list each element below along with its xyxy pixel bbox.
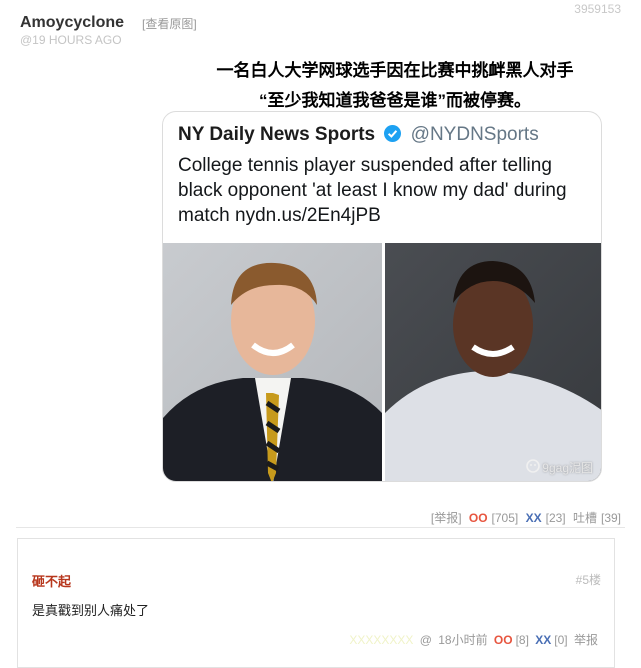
comment-at: @: [419, 633, 432, 647]
post-caption: 一名白人大学网球选手因在比赛中挑衅黑人对手 “至少我知道我爸爸是谁”而被停赛。: [190, 56, 600, 116]
comment-text: 是真戳到别人痛处了: [32, 603, 150, 618]
caption-line-1: 一名白人大学网球选手因在比赛中挑衅黑人对手: [216, 61, 574, 80]
watermark-text: 9gag泥图: [542, 461, 593, 475]
tweet-account-name: NY Daily News Sports: [178, 124, 376, 145]
comment-xx-count: [0]: [554, 633, 568, 647]
comment-oo-count: [8]: [515, 633, 529, 647]
report-button[interactable]: [举报]: [431, 511, 462, 525]
player-photo-left: [163, 243, 382, 481]
post-id: 3959153: [574, 2, 621, 16]
post-actions: [举报] OO [705] XX [23] 吐槽 [39]: [427, 509, 621, 526]
comment-meta: XXXXXXXX @ 18小时前 OO [8] XX [0] 举报: [346, 631, 598, 648]
player-photo-right: 9gag泥图: [385, 243, 601, 481]
comment-author[interactable]: 砸不起: [32, 571, 71, 590]
tweet-header: NY Daily News Sports @NYDNSports: [178, 124, 539, 146]
comment-floor[interactable]: #5楼: [576, 571, 601, 588]
tucao-button[interactable]: 吐槽: [573, 511, 597, 525]
tweet-text: College tennis player suspended after te…: [178, 155, 567, 226]
comment-xx-button[interactable]: XX: [535, 633, 551, 647]
post-author[interactable]: Amoycyclone: [20, 14, 124, 32]
tucao-count: [39]: [600, 511, 621, 525]
xx-count: [23]: [545, 511, 566, 525]
image-watermark: 9gag泥图: [526, 459, 593, 476]
comment-oo-button[interactable]: OO: [494, 633, 513, 647]
verified-badge-icon: [384, 125, 402, 142]
tweet-image[interactable]: NY Daily News Sports @NYDNSports College…: [162, 111, 602, 482]
post-card: 3959153 Amoycyclone [查看原图] @19 HOURS AGO…: [0, 0, 641, 530]
watermark-logo-icon: [526, 459, 541, 474]
oo-count: [705]: [491, 511, 519, 525]
comment-card: 砸不起 #5楼 是真戳到别人痛处了 XXXXXXXX @ 18小时前 OO [8]…: [17, 538, 615, 668]
post-time: @19 HOURS AGO: [20, 33, 122, 47]
tweet-handle: @NYDNSports: [410, 124, 539, 145]
view-original-link[interactable]: [查看原图]: [142, 15, 197, 32]
tweet-photos: 9gag泥图: [163, 243, 601, 481]
xx-button[interactable]: XX: [526, 511, 542, 525]
oo-button[interactable]: OO: [469, 511, 488, 525]
section-divider: [16, 527, 625, 528]
comment-time: 18小时前: [438, 633, 488, 647]
comment-faded-name: XXXXXXXX: [349, 633, 414, 647]
comment-report-button[interactable]: 举报: [574, 633, 598, 647]
